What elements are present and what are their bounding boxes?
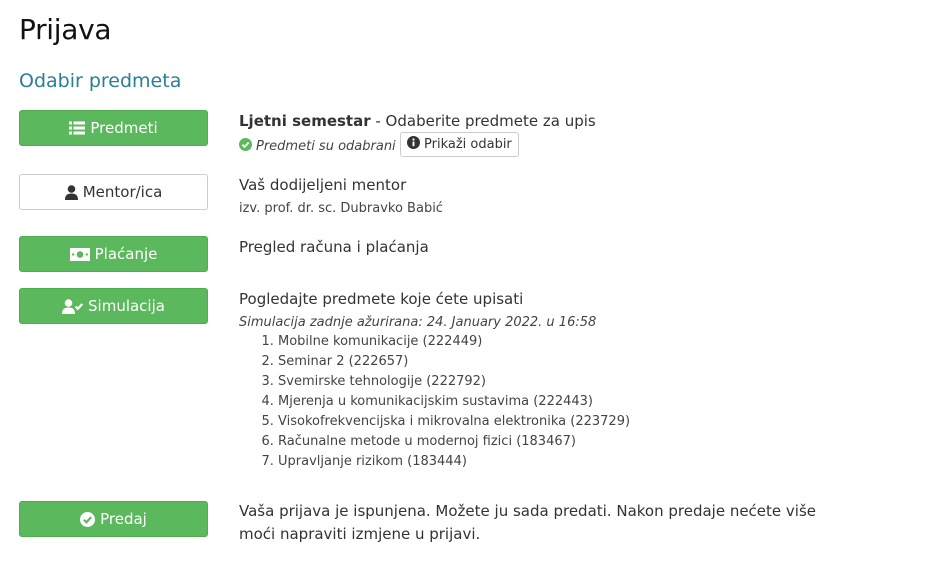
- user-check-icon: [62, 298, 84, 314]
- mentor-button[interactable]: Mentor/ica: [19, 174, 208, 210]
- simulacija-button[interactable]: Simulacija: [19, 288, 208, 324]
- page-title: Prijava: [19, 13, 112, 46]
- list-item: Računalne metode u modernoj fizici (1834…: [278, 432, 630, 452]
- placanje-button[interactable]: Plaćanje: [19, 236, 208, 272]
- list-item: Svemirske tehnologije (222792): [278, 372, 630, 392]
- submission-message: Vaša prijava je ispunjena. Možete ju sad…: [239, 502, 817, 543]
- mentor-button-label: Mentor/ica: [82, 183, 163, 201]
- placanje-heading: Pregled računa i plaćanja: [239, 238, 429, 256]
- check-circle-icon: [239, 138, 252, 155]
- subject-list: Mobilne komunikacije (222449) Seminar 2 …: [259, 332, 630, 472]
- mentor-name: izv. prof. dr. sc. Dubravko Babić: [239, 201, 443, 216]
- predmeti-button-label: Predmeti: [90, 119, 158, 137]
- user-icon: [64, 184, 78, 200]
- list-item: Upravljanje rizikom (183444): [278, 452, 630, 472]
- list-item: Mobilne komunikacije (222449): [278, 332, 630, 352]
- show-selection-label: Prikaži odabir: [424, 137, 512, 152]
- predmeti-button[interactable]: Predmeti: [19, 110, 208, 146]
- predaj-button[interactable]: Predaj: [19, 501, 208, 537]
- predaj-button-label: Predaj: [100, 510, 147, 528]
- simulacija-updated: Simulacija zadnje ažurirana: 24. January…: [239, 315, 597, 330]
- section-title: Odabir predmeta: [19, 70, 182, 92]
- check-circle-icon: [80, 511, 96, 527]
- predmeti-instruction: - Odaberite predmete za upis: [370, 112, 596, 130]
- semester-label: Ljetni semestar: [239, 112, 371, 130]
- simulacija-heading: Pogledajte predmete koje ćete upisati: [239, 290, 524, 308]
- predmeti-heading: Ljetni semestar - Odaberite predmete za …: [239, 112, 596, 130]
- info-circle-icon: [407, 136, 420, 153]
- predmeti-status: Predmeti su odabrani: [239, 138, 396, 155]
- simulacija-button-label: Simulacija: [88, 297, 165, 315]
- list-item: Mjerenja u komunikacijskim sustavima (22…: [278, 392, 630, 412]
- list-item: Seminar 2 (222657): [278, 352, 630, 372]
- money-icon: [69, 247, 90, 261]
- list-icon: [69, 121, 86, 135]
- show-selection-button[interactable]: Prikaži odabir: [400, 132, 519, 157]
- list-item: Visokofrekvencijska i mikrovalna elektro…: [278, 412, 630, 432]
- predmeti-status-text: Predmeti su odabrani: [256, 139, 396, 154]
- mentor-heading: Vaš dodijeljeni mentor: [239, 176, 407, 194]
- placanje-button-label: Plaćanje: [94, 245, 158, 263]
